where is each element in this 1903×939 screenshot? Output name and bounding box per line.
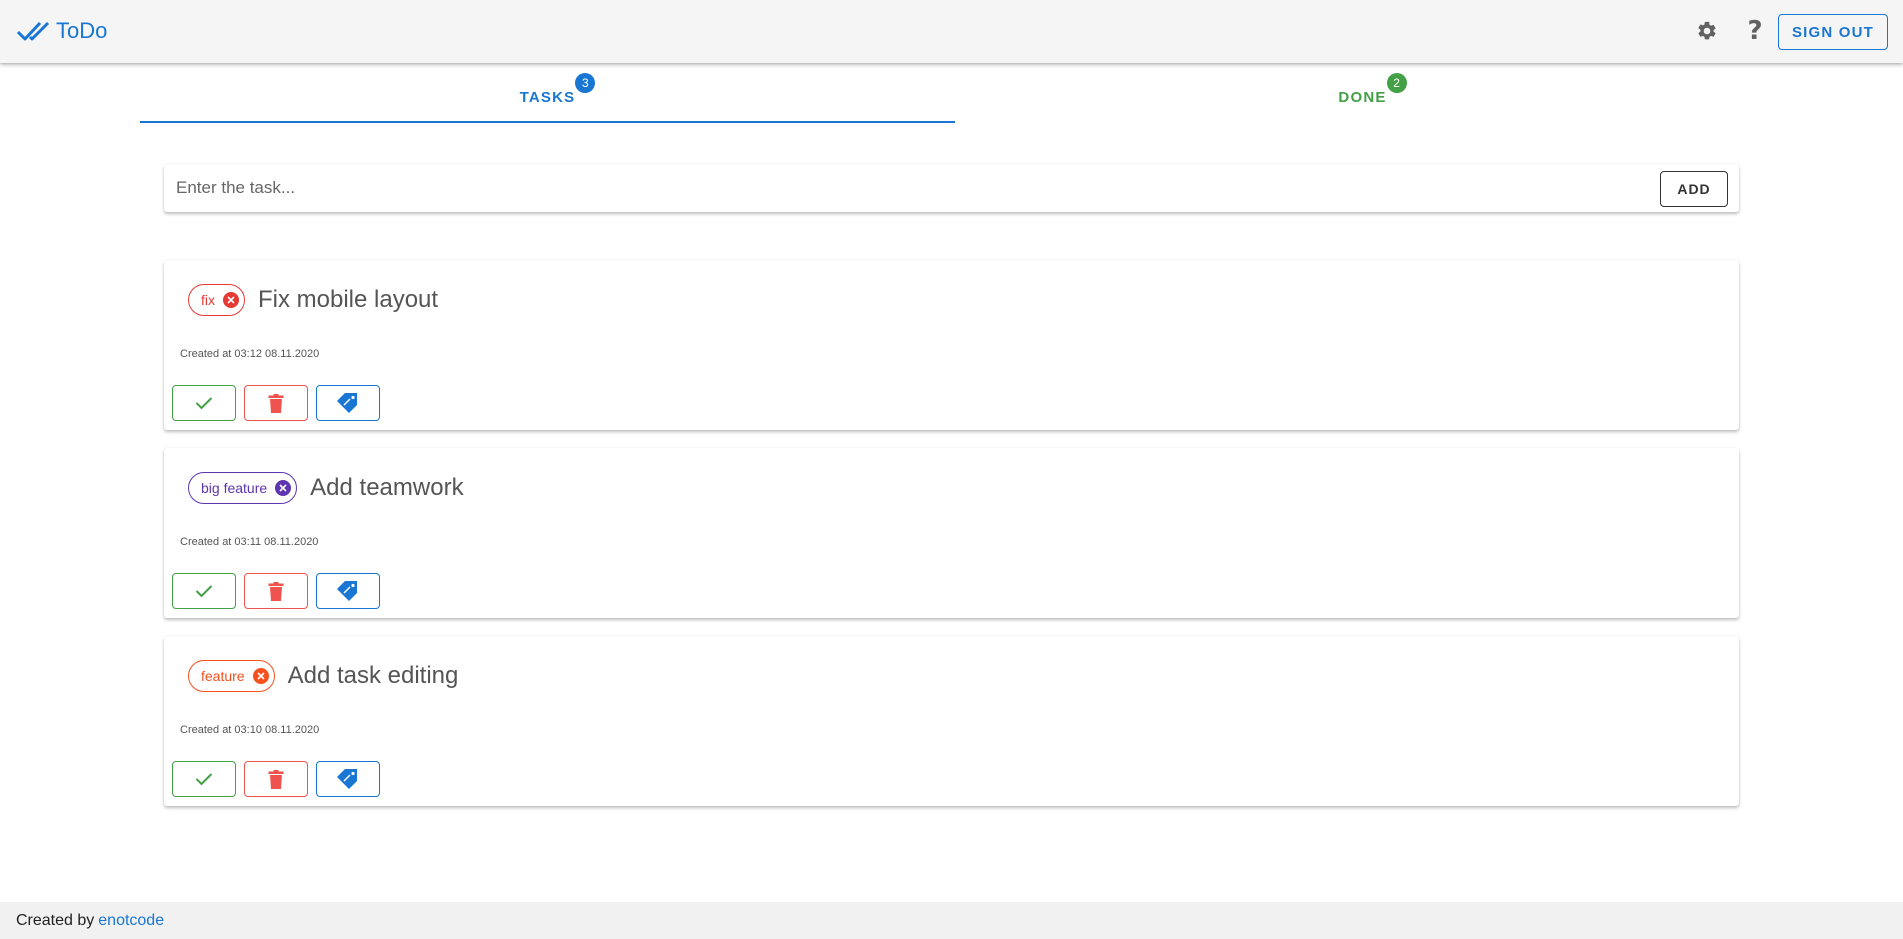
task-tag-label: big feature: [201, 480, 268, 496]
task-title: Add teamwork: [310, 474, 464, 501]
tag-button[interactable]: [316, 385, 380, 421]
add-task-button[interactable]: ADD: [1660, 171, 1728, 207]
delete-button[interactable]: [244, 573, 308, 609]
settings-button[interactable]: [1692, 16, 1722, 46]
check-icon: [195, 772, 213, 786]
done-count-badge: 2: [1386, 72, 1407, 93]
task-created-at: Created at 03:11 08.11.2020: [180, 536, 319, 548]
trash-icon: [268, 581, 284, 601]
help-icon: ?: [1747, 16, 1763, 46]
remove-tag-icon[interactable]: [275, 480, 292, 496]
task-header: big feature Add teamwork: [188, 470, 464, 506]
task-card: fix Fix mobile layout Created at 03:12 08.…: [164, 260, 1739, 430]
task-created-at: Created at 03:10 08.11.2020: [180, 724, 320, 736]
task-card: big feature Add teamwork Created at 03:11 …: [164, 448, 1739, 618]
mark-done-button[interactable]: [172, 385, 236, 421]
double-check-icon: [16, 21, 50, 41]
task-tag-label: feature: [201, 668, 245, 684]
app-bar: ToDo ? SIGN OUT: [0, 0, 1903, 63]
task-input[interactable]: [176, 172, 1636, 204]
task-created-at: Created at 03:12 08.11.2020: [180, 348, 320, 360]
task-actions: [172, 385, 388, 421]
help-button[interactable]: ?: [1740, 16, 1770, 46]
tab-done-label: DONE 2: [1338, 72, 1407, 106]
delete-button[interactable]: [244, 761, 308, 797]
task-title: Add task editing: [287, 662, 459, 689]
trash-icon: [268, 769, 284, 789]
tag-button[interactable]: [316, 761, 380, 797]
tab-done[interactable]: DONE 2: [955, 64, 1770, 124]
task-header: feature Add task editing: [188, 658, 458, 694]
tab-bar: TASKS 3 DONE 2: [140, 64, 1760, 124]
task-actions: [172, 573, 388, 609]
tag-button[interactable]: [316, 573, 380, 609]
mark-done-button[interactable]: [172, 573, 236, 609]
mark-done-button[interactable]: [172, 761, 236, 797]
sign-out-button[interactable]: SIGN OUT: [1778, 14, 1888, 50]
task-tag-chip: fix: [188, 284, 245, 316]
footer: Created by enotcode: [0, 902, 1903, 939]
gear-icon: [1698, 21, 1716, 40]
tag-icon: [336, 769, 360, 789]
check-icon: [195, 584, 213, 598]
task-title: Fix mobile layout: [258, 286, 439, 313]
task-card: feature Add task editing Created at 03:10 …: [164, 636, 1739, 806]
tag-icon: [336, 581, 360, 601]
app-logo[interactable]: ToDo: [16, 16, 107, 46]
tab-indicator: [140, 121, 955, 123]
add-task-bar: ADD: [164, 164, 1739, 212]
author-link[interactable]: enotcode: [98, 912, 164, 930]
task-tag-chip: feature: [188, 660, 275, 692]
task-actions: [172, 761, 388, 797]
task-header: fix Fix mobile layout: [188, 282, 438, 318]
trash-icon: [268, 393, 284, 413]
remove-tag-icon[interactable]: [223, 292, 239, 308]
tag-icon: [336, 393, 360, 413]
tab-tasks-label: TASKS 3: [520, 72, 596, 106]
delete-button[interactable]: [244, 385, 308, 421]
check-icon: [195, 396, 213, 410]
tab-tasks[interactable]: TASKS 3: [140, 64, 955, 124]
footer-text: Created by: [16, 911, 95, 929]
app-title: ToDo: [56, 18, 108, 43]
task-tag-label: fix: [201, 292, 215, 308]
task-tag-chip: big feature: [188, 472, 298, 504]
tasks-count-badge: 3: [575, 72, 596, 93]
remove-tag-icon[interactable]: [252, 668, 269, 684]
